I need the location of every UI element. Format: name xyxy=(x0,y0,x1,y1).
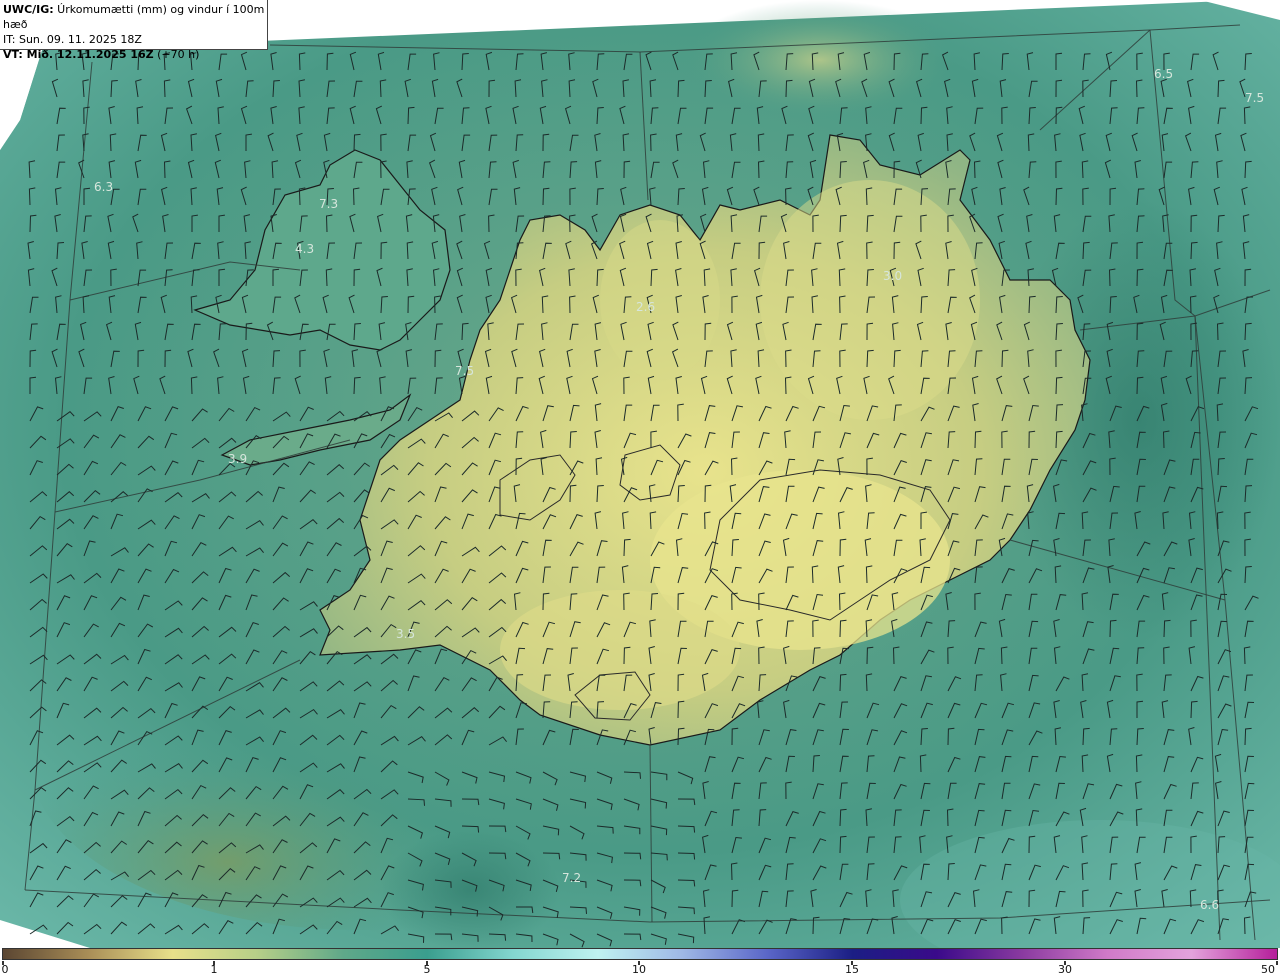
value-label: 6.3 xyxy=(94,180,113,194)
colorbar-label: 15 xyxy=(845,963,859,976)
header-line-valid: VT: Mið. 12.11.2025 16Z (+70 h) xyxy=(3,47,267,62)
header-line-title: UWC/IG: Úrkomumætti (mm) og vindur í 100… xyxy=(3,2,267,32)
value-label: 7.2 xyxy=(562,871,581,885)
colorbar-tick xyxy=(1276,961,1278,965)
weather-map: 6.3 7.3 4.3 2.6 3.0 7.5 3.9 3.5 7.2 6.6 … xyxy=(0,0,1280,948)
colorbar-label: 5 xyxy=(423,963,431,976)
precipitation-colorbar xyxy=(2,948,1278,960)
value-label: 6.6 xyxy=(1200,898,1219,912)
value-label: 3.5 xyxy=(396,627,415,641)
forecast-hour: (+70 h) xyxy=(153,48,200,61)
value-label: 6.5 xyxy=(1154,67,1173,81)
initial-time: IT: Sun. 09. 11. 2025 18Z xyxy=(3,33,142,46)
value-label: 7.5 xyxy=(455,364,474,378)
valid-time: VT: Mið. 12.11.2025 16Z xyxy=(3,48,154,61)
colorbar-label: 10 xyxy=(632,963,646,976)
model-code: UWC/IG: xyxy=(3,3,54,16)
value-label: 7.5 xyxy=(1245,91,1264,105)
colorbar-label: 1 xyxy=(210,963,218,976)
colorbar-label: 30 xyxy=(1058,963,1072,976)
colorbar-label: 0 xyxy=(1,963,9,976)
value-label: 2.6 xyxy=(636,300,655,314)
value-label: 7.3 xyxy=(319,197,338,211)
value-label: 3.0 xyxy=(883,269,902,283)
value-label: 3.9 xyxy=(228,452,247,466)
colorbar-label: 50 xyxy=(1261,963,1275,976)
value-label: 4.3 xyxy=(295,242,314,256)
map-header: UWC/IG: Úrkomumætti (mm) og vindur í 100… xyxy=(0,0,268,61)
